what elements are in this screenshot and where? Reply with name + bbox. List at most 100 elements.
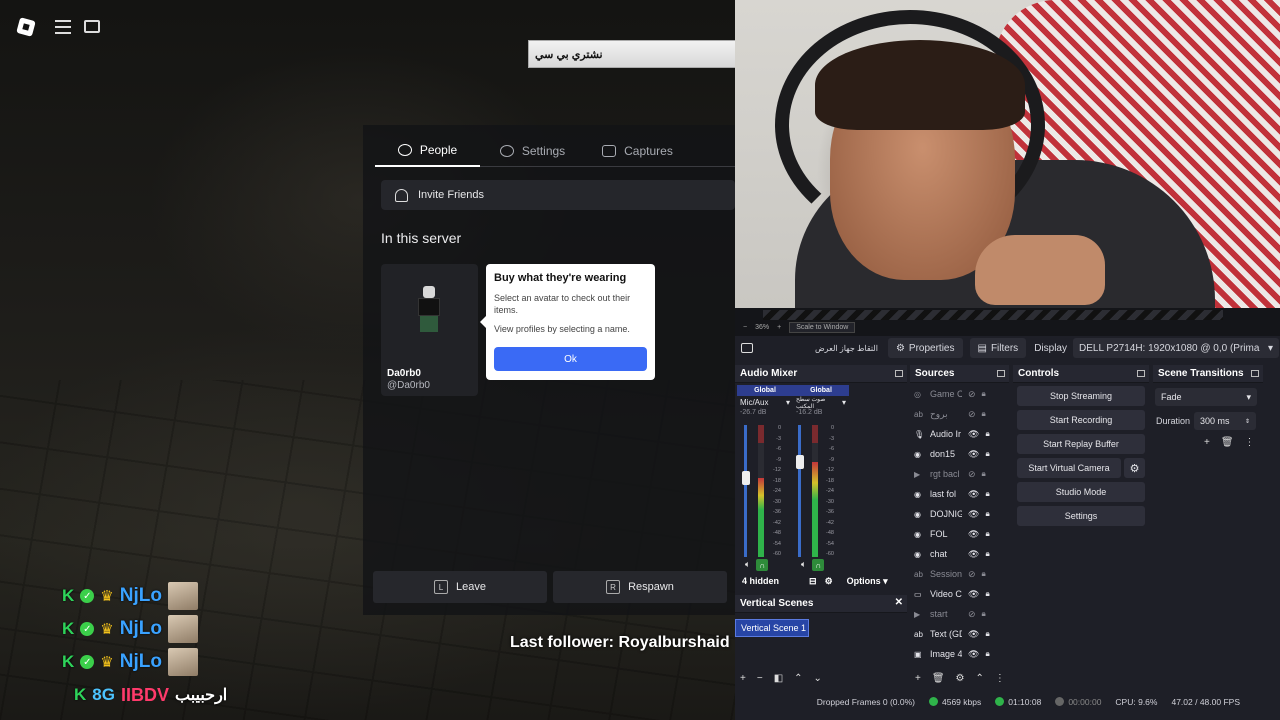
source-item[interactable]: ab Session ⊘ 🔒︎ (914, 565, 1000, 583)
trash-icon[interactable]: 🗑︎ (1221, 437, 1234, 448)
options-button[interactable]: Options ▾ (847, 576, 888, 587)
tab-settings[interactable]: Settings (480, 135, 585, 167)
trash-icon[interactable]: 🗑︎ (932, 673, 945, 684)
zoom-in-icon[interactable]: + (777, 324, 781, 331)
settings-button[interactable]: Settings (1017, 506, 1145, 526)
duration-input[interactable]: 300 ms ⇕ (1194, 412, 1256, 430)
source-item[interactable]: ◉ chat 👁︎ 🔒︎ (914, 545, 1000, 563)
lock-icon[interactable]: 🔒︎ (985, 629, 989, 639)
vertical-scene-item[interactable]: Vertical Scene 1 (735, 619, 809, 637)
source-item[interactable]: ▶ start ⊘ 🔒︎ (914, 605, 1000, 623)
volume-fader[interactable] (744, 425, 747, 557)
eye-hidden-icon[interactable]: ⊘ (968, 469, 976, 480)
fader-knob[interactable] (742, 471, 750, 485)
add-icon[interactable]: + (915, 673, 921, 684)
headphones-icon[interactable]: ∩ (812, 559, 825, 571)
start-recording-button[interactable]: Start Recording (1017, 410, 1145, 430)
undock-icon[interactable] (1137, 370, 1145, 377)
more-icon[interactable]: ⋮ (1245, 437, 1255, 448)
eye-icon[interactable]: 👁︎ (968, 589, 979, 600)
lock-icon[interactable]: 🔒︎ (982, 469, 986, 479)
source-item[interactable]: ◉ don15 👁︎ 🔒︎ (914, 445, 1000, 463)
add-icon[interactable]: + (1204, 437, 1210, 448)
lock-icon[interactable]: 🔒︎ (985, 449, 989, 459)
display-select[interactable]: DELL P2714H: 1920x1080 @ 0,0 (Primary Mo… (1072, 338, 1279, 358)
respawn-button[interactable]: R Respawn (553, 571, 727, 603)
source-item[interactable]: ◎ Game C ⊘ 🔒︎ (914, 385, 1000, 403)
source-item[interactable]: ◉ last fol 👁︎ 🔒︎ (914, 485, 1000, 503)
headphones-icon[interactable]: ∩ (756, 559, 769, 571)
tab-people[interactable]: People (375, 135, 480, 167)
move-down-icon[interactable]: ⌄ (814, 673, 822, 684)
remove-icon[interactable]: − (757, 673, 763, 684)
eye-hidden-icon[interactable]: ⊘ (968, 409, 976, 420)
layout-icon[interactable]: ⊟ (809, 576, 817, 587)
studio-mode-button[interactable]: Studio Mode (1017, 482, 1145, 502)
lock-icon[interactable]: 🔒︎ (982, 569, 986, 579)
tab-captures[interactable]: Captures (585, 135, 690, 167)
more-icon[interactable]: ⋮ (995, 673, 1005, 684)
transition-type-select[interactable]: Fade ▾ (1155, 388, 1257, 406)
eye-icon[interactable]: 👁︎ (968, 629, 979, 640)
eye-icon[interactable]: 👁︎ (968, 509, 979, 520)
lock-icon[interactable]: 🔒︎ (985, 549, 989, 559)
eye-icon[interactable]: 👁︎ (968, 429, 979, 440)
start-virtual-camera-button[interactable]: Start Virtual Camera (1017, 458, 1121, 478)
lock-icon[interactable]: 🔒︎ (985, 589, 989, 599)
hidden-count[interactable]: 4 hidden (742, 576, 779, 586)
add-icon[interactable]: + (740, 673, 746, 684)
scale-mode-select[interactable]: Scale to Window (789, 321, 856, 333)
close-icon[interactable]: ✕ (895, 597, 903, 608)
source-item[interactable]: ▣ Image 4 👁︎ 🔒︎ (914, 645, 1000, 663)
properties-button[interactable]: ⚙ Properties (887, 338, 963, 358)
ok-button[interactable]: Ok (494, 347, 647, 371)
roblox-logo-icon[interactable] (16, 17, 36, 37)
undock-icon[interactable] (895, 370, 903, 377)
menu-icon[interactable] (55, 20, 71, 34)
spinner-icon[interactable]: ⇕ (1245, 418, 1250, 425)
channel-name-select[interactable]: Mic/Aux ▾ (737, 396, 793, 409)
undock-icon[interactable] (1251, 370, 1259, 377)
filters-button[interactable]: ▤ Filters (969, 338, 1027, 358)
filter-icon[interactable]: ◧ (774, 673, 783, 684)
lock-icon[interactable]: 🔒︎ (982, 389, 986, 399)
eye-hidden-icon[interactable]: ⊘ (968, 389, 976, 400)
lock-icon[interactable]: 🔒︎ (985, 529, 989, 539)
eye-hidden-icon[interactable]: ⊘ (968, 609, 976, 620)
speaker-icon[interactable]: 🔈︎ (745, 559, 750, 571)
source-item[interactable]: ▶ rgt bacl ⊘ 🔒︎ (914, 465, 1000, 483)
chat-icon[interactable] (84, 20, 100, 33)
lock-icon[interactable]: 🔒︎ (985, 489, 989, 499)
player-card[interactable]: Da0rb0 @Da0rb0 (381, 264, 478, 396)
eye-icon[interactable]: 👁︎ (968, 449, 979, 460)
source-item[interactable]: ab بروح ⊘ 🔒︎ (914, 405, 1000, 423)
link-icon[interactable]: ⚙ (825, 576, 833, 587)
eye-hidden-icon[interactable]: ⊘ (968, 569, 976, 580)
source-item[interactable]: ◉ DOJNIG 👁︎ 🔒︎ (914, 505, 1000, 523)
eye-icon[interactable]: 👁︎ (968, 489, 979, 500)
channel-name-select[interactable]: صوت سطح المكتب ▾ (793, 396, 849, 410)
start-replay-buffer-button[interactable]: Start Replay Buffer (1017, 434, 1145, 454)
fader-knob[interactable] (796, 455, 804, 469)
volume-fader[interactable] (798, 425, 801, 557)
lock-icon[interactable]: 🔒︎ (985, 509, 989, 519)
undock-icon[interactable] (997, 370, 1005, 377)
source-item[interactable]: 🎙︎ Audio Ir 👁︎ 🔒︎ (914, 425, 1000, 443)
speaker-icon[interactable]: 🔈︎ (801, 559, 806, 571)
lock-icon[interactable]: 🔒︎ (982, 409, 986, 419)
source-item[interactable]: ▭ Video C 👁︎ 🔒︎ (914, 585, 1000, 603)
lock-icon[interactable]: 🔒︎ (982, 609, 986, 619)
lock-icon[interactable]: 🔒︎ (985, 649, 989, 659)
zoom-out-icon[interactable]: − (743, 324, 747, 331)
stop-streaming-button[interactable]: Stop Streaming (1017, 386, 1145, 406)
gear-icon[interactable]: ⚙ (956, 673, 965, 684)
move-up-icon[interactable]: ⌃ (794, 673, 802, 684)
source-item[interactable]: ab Text (GD 👁︎ 🔒︎ (914, 625, 1000, 643)
eye-icon[interactable]: 👁︎ (968, 649, 979, 660)
invite-friends-button[interactable]: Invite Friends (381, 180, 735, 210)
leave-button[interactable]: L Leave (373, 571, 547, 603)
move-up-icon[interactable]: ⌃ (976, 673, 984, 684)
virtual-camera-settings-icon[interactable]: ⚙ (1124, 458, 1145, 478)
eye-icon[interactable]: 👁︎ (968, 549, 979, 560)
source-item[interactable]: ◉ FOL 👁︎ 🔒︎ (914, 525, 1000, 543)
